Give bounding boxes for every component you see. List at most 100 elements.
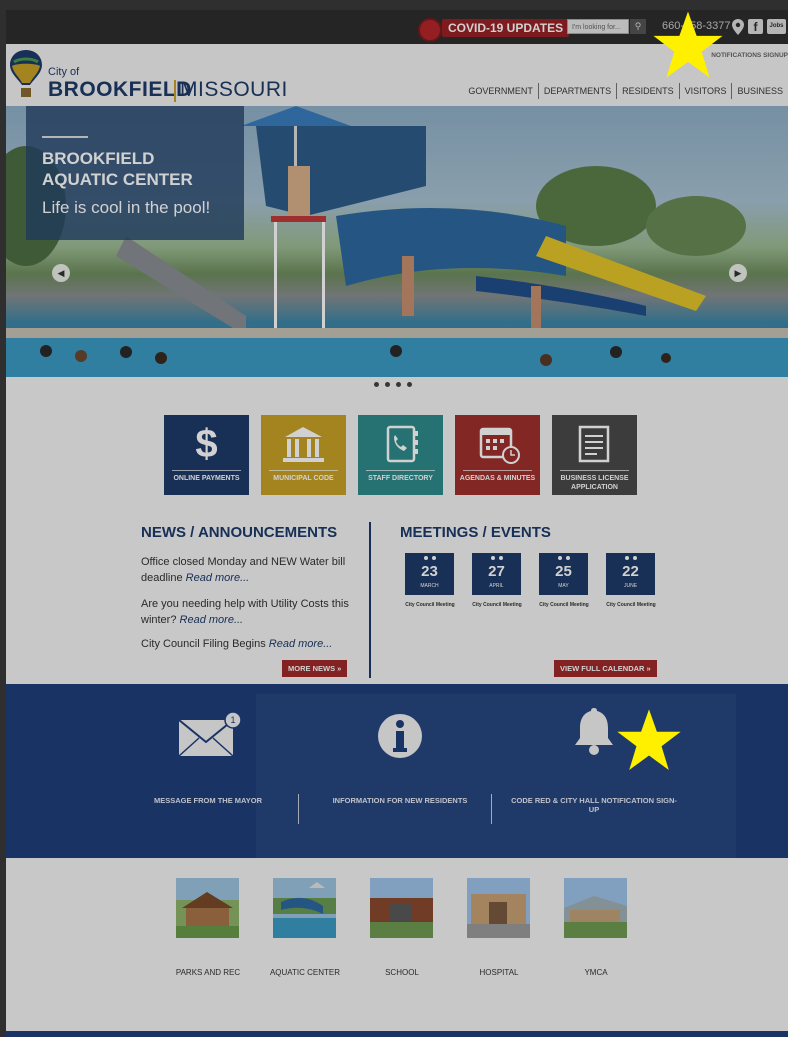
slider-dot-4[interactable]: [407, 382, 412, 387]
slider-dot-1[interactable]: [374, 382, 379, 387]
tile-online-payments[interactable]: $ ONLINE PAYMENTS: [164, 415, 249, 495]
quicklink-ymca[interactable]: YMCA: [556, 968, 636, 978]
balloon-logo-icon[interactable]: [8, 48, 44, 100]
jobs-icon[interactable]: Jobs: [767, 19, 786, 34]
facebook-icon[interactable]: f: [748, 19, 763, 34]
view-full-calendar-button[interactable]: VIEW FULL CALENDAR »: [554, 660, 657, 677]
covid-alert-icon[interactable]: [418, 18, 442, 42]
svg-text:1: 1: [230, 715, 235, 725]
tile-rule: [269, 470, 338, 471]
highlight-star-icon: [653, 11, 723, 78]
news-item-text: City Council Filing Begins: [141, 638, 269, 650]
school-thumbnail[interactable]: [370, 878, 433, 938]
event-day: 27: [488, 563, 505, 580]
search-icon[interactable]: ⚲: [630, 19, 646, 34]
slider-prev-icon[interactable]: ◀: [52, 264, 70, 282]
event-day: 25: [555, 563, 572, 580]
band-label-mayor[interactable]: MESSAGE FROM THE MAYOR: [123, 796, 293, 805]
event-day: 22: [622, 563, 639, 580]
logo-brookfield[interactable]: BROOKFIELD: [48, 78, 192, 102]
quicklink-parks[interactable]: PARKS AND REC: [168, 968, 248, 978]
news-item-text: Are you needing help with Utility Costs …: [141, 598, 349, 626]
event-month: JUNE: [623, 583, 638, 589]
info-icon[interactable]: [376, 712, 424, 760]
logo-missouri: MISSOURI: [180, 78, 288, 101]
news-item-2[interactable]: Are you needing help with Utility Costs …: [141, 596, 351, 628]
envelope-icon[interactable]: 1: [177, 710, 243, 760]
aquatic-thumbnail[interactable]: [273, 878, 336, 938]
tile-label: STAFF DIRECTORY: [368, 475, 433, 482]
event-day: 23: [421, 563, 438, 580]
tile-rule: [366, 470, 435, 471]
nav-business[interactable]: BUSINESS: [731, 83, 788, 99]
logo-divider: [174, 80, 176, 102]
band-divider: [298, 794, 299, 824]
slider-dot-2[interactable]: [385, 382, 390, 387]
event-date-3[interactable]: 25 MAY: [539, 553, 588, 595]
calendar-rings-icon: [558, 556, 570, 560]
calendar-clock-icon: [479, 427, 520, 464]
dollar-icon: $: [195, 422, 218, 466]
tile-municipal-code[interactable]: MUNICIPAL CODE: [261, 415, 346, 495]
hospital-thumbnail[interactable]: [467, 878, 530, 938]
search-input[interactable]: I'm looking for...: [567, 19, 629, 34]
event-date-2[interactable]: 27 APRIL: [472, 553, 521, 595]
tile-label: MUNICIPAL CODE: [273, 475, 334, 482]
more-news-button[interactable]: MORE NEWS »: [282, 660, 348, 677]
hero-subtitle: Life is cool in the pool!: [42, 198, 211, 217]
nav-visitors[interactable]: VISITORS: [678, 83, 732, 99]
read-more-link[interactable]: Read more...: [269, 638, 333, 650]
quicklink-school[interactable]: SCHOOL: [362, 968, 442, 978]
covid-updates-link[interactable]: COVID-19 UPDATES: [442, 19, 570, 37]
slider-next-icon[interactable]: ▶: [729, 264, 747, 282]
tile-label: ONLINE PAYMENTS: [173, 475, 240, 482]
bell-icon[interactable]: [572, 706, 616, 758]
news-item-3[interactable]: City Council Filing Begins Read more...: [141, 636, 351, 652]
slider-dots: [374, 382, 412, 387]
hero-slider[interactable]: BROOKFIELD AQUATIC CENTER Life is cool i…: [6, 106, 788, 377]
section-divider: [369, 522, 371, 678]
map-pin-icon[interactable]: [731, 19, 745, 35]
news-heading: NEWS / ANNOUNCEMENTS: [141, 524, 338, 541]
highlight-star-icon: [617, 709, 681, 771]
tile-rule: [172, 470, 241, 471]
event-label-3[interactable]: City Council Meeting: [529, 602, 599, 608]
quicklink-hospital[interactable]: HOSPITAL: [459, 968, 539, 978]
event-label-1[interactable]: City Council Meeting: [395, 602, 465, 608]
nav-departments[interactable]: DEPARTMENTS: [537, 83, 616, 99]
meetings-heading: MEETINGS / EVENTS: [400, 524, 551, 541]
band-divider: [491, 794, 492, 824]
event-month: MARCH: [420, 583, 439, 589]
quicklink-aquatic[interactable]: AQUATIC CENTER: [265, 968, 345, 978]
event-date-1[interactable]: 23 MARCH: [405, 553, 454, 595]
band-label-new-residents[interactable]: INFORMATION FOR NEW RESIDENTS: [315, 796, 485, 805]
tile-rule: [560, 470, 629, 471]
event-month: MAY: [558, 583, 569, 589]
calendar-rings-icon: [424, 556, 436, 560]
courthouse-icon: [283, 427, 324, 462]
nav-residents[interactable]: RESIDENTS: [616, 83, 679, 99]
tile-agendas-minutes[interactable]: AGENDAS & MINUTES: [455, 415, 540, 495]
hero-title: BROOKFIELD AQUATIC CENTER: [42, 149, 193, 189]
tile-rule: [463, 470, 532, 471]
read-more-link[interactable]: Read more...: [180, 614, 244, 626]
parks-thumbnail[interactable]: [176, 878, 239, 938]
news-item-1[interactable]: Office closed Monday and NEW Water bill …: [141, 554, 351, 586]
slider-dot-3[interactable]: [396, 382, 401, 387]
band-label-code-red[interactable]: CODE RED & CITY HALL NOTIFICATION SIGN-U…: [509, 796, 679, 814]
hero-caption[interactable]: BROOKFIELD AQUATIC CENTER Life is cool i…: [26, 106, 244, 240]
document-icon: [578, 425, 610, 463]
event-month: APRIL: [489, 583, 504, 589]
event-date-4[interactable]: 22 JUNE: [606, 553, 655, 595]
tile-staff-directory[interactable]: STAFF DIRECTORY: [358, 415, 443, 495]
nav-government[interactable]: GOVERNMENT: [463, 83, 538, 99]
tile-business-license[interactable]: BUSINESS LICENSE APPLICATION: [552, 415, 637, 495]
main-nav: GOVERNMENT DEPARTMENTS RESIDENTS VISITOR…: [463, 83, 788, 99]
read-more-link[interactable]: Read more...: [186, 572, 250, 584]
tile-label: AGENDAS & MINUTES: [459, 475, 536, 482]
calendar-rings-icon: [625, 556, 637, 560]
event-label-4[interactable]: City Council Meeting: [596, 602, 666, 608]
ymca-thumbnail[interactable]: [564, 878, 627, 938]
event-label-2[interactable]: City Council Meeting: [462, 602, 532, 608]
page: COVID-19 UPDATES I'm looking for... ⚲ 66…: [6, 10, 788, 1037]
